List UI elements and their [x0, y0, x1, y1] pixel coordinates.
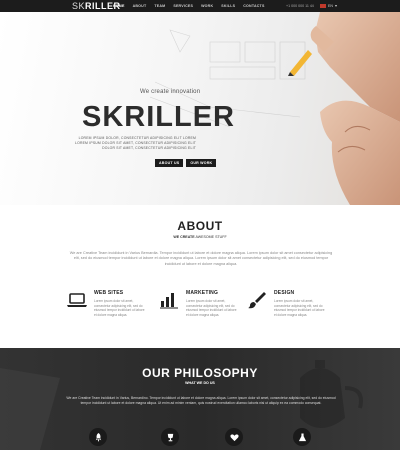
- language-label: EN: [328, 4, 333, 8]
- top-navigation-bar: SKRILLER HOME ABOUT TEAM SERVICES WORK S…: [0, 0, 400, 12]
- hand-with-pencil-image: [288, 12, 400, 205]
- menu-item-about[interactable]: ABOUT: [132, 0, 148, 12]
- heart-circle: [225, 428, 243, 446]
- heart-icon: [229, 433, 239, 441]
- philosophy-description: We are Creative Team incididunt in Variu…: [66, 396, 336, 405]
- about-us-button[interactable]: ABOUT US: [155, 159, 184, 167]
- menu-item-team[interactable]: TEAM: [153, 0, 166, 12]
- our-work-button[interactable]: OUR WORK: [186, 159, 217, 167]
- chevron-down-icon: ▾: [335, 3, 338, 8]
- feature-title: WEB SITES: [94, 290, 124, 296]
- phone-number: +1 000 000 11 44: [286, 4, 314, 8]
- bar-chart-icon: [160, 293, 178, 309]
- about-subheading-rest: AWESOME STUFF: [195, 235, 227, 239]
- rocket-circle: [89, 428, 107, 446]
- flask-circle: [293, 428, 311, 446]
- feature-text: Lorem ipsum dolor sit amet, consectetur …: [94, 299, 145, 317]
- rocket-icon: [95, 432, 101, 442]
- philosophy-subheading: WHAT WE DO US: [185, 381, 215, 385]
- feature-text: Lorem ipsum dolor sit amet, consectetur …: [274, 299, 325, 317]
- hero-buttons: ABOUT US OUR WORK: [155, 159, 217, 167]
- language-selector[interactable]: EN ▾: [320, 0, 337, 12]
- feature-web-sites: WEB SITES Lorem ipsum dolor sit amet, co…: [66, 288, 148, 338]
- menu-item-contacts[interactable]: CONTACTS: [242, 0, 265, 12]
- about-subheading: WE CREATE AWESOME STUFF: [0, 235, 400, 239]
- feature-text: Lorem ipsum dolor sit amet, consectetur …: [186, 299, 237, 317]
- hero-description: LOREM IPSUM DOLOR, CONSECTETUR ADIPISICI…: [75, 136, 196, 150]
- about-description: We are Creative Team incididunt in Variu…: [69, 251, 333, 266]
- trophy-icon: [167, 433, 173, 441]
- menu-item-work[interactable]: WORK: [200, 0, 214, 12]
- hero-title: SKRILLER: [82, 101, 235, 133]
- feature-marketing: MARKETING Lorem ipsum dolor sit amet, co…: [158, 288, 240, 338]
- laptop-icon: [67, 293, 87, 307]
- hero-section: We create innovation SKRILLER LOREM IPSU…: [0, 12, 400, 205]
- philosophy-section: OUR PHILOSOPHY WHAT WE DO US We are Crea…: [0, 348, 400, 450]
- about-subheading-bold: WE CREATE: [173, 235, 195, 239]
- feature-title: MARKETING: [186, 290, 219, 296]
- flag-icon: [320, 4, 326, 8]
- flask-icon: [298, 432, 306, 441]
- logo-light-part: SK: [72, 1, 86, 11]
- menu-item-home[interactable]: HOME: [112, 0, 126, 12]
- philosophy-heading: OUR PHILOSOPHY: [142, 366, 258, 380]
- philosophy-icons: [0, 428, 400, 448]
- feature-title: DESIGN: [274, 290, 295, 296]
- main-menu: HOME ABOUT TEAM SERVICES WORK SKILLS CON…: [112, 0, 266, 12]
- brush-icon: [248, 292, 266, 309]
- features-list: WEB SITES Lorem ipsum dolor sit amet, co…: [66, 288, 336, 338]
- menu-item-skills[interactable]: SKILLS: [220, 0, 236, 12]
- about-heading: ABOUT: [177, 219, 223, 233]
- menu-item-services[interactable]: SERVICES: [172, 0, 194, 12]
- trophy-circle: [161, 428, 179, 446]
- feature-design: DESIGN Lorem ipsum dolor sit amet, conse…: [246, 288, 328, 338]
- hero-tagline: We create innovation: [140, 89, 201, 95]
